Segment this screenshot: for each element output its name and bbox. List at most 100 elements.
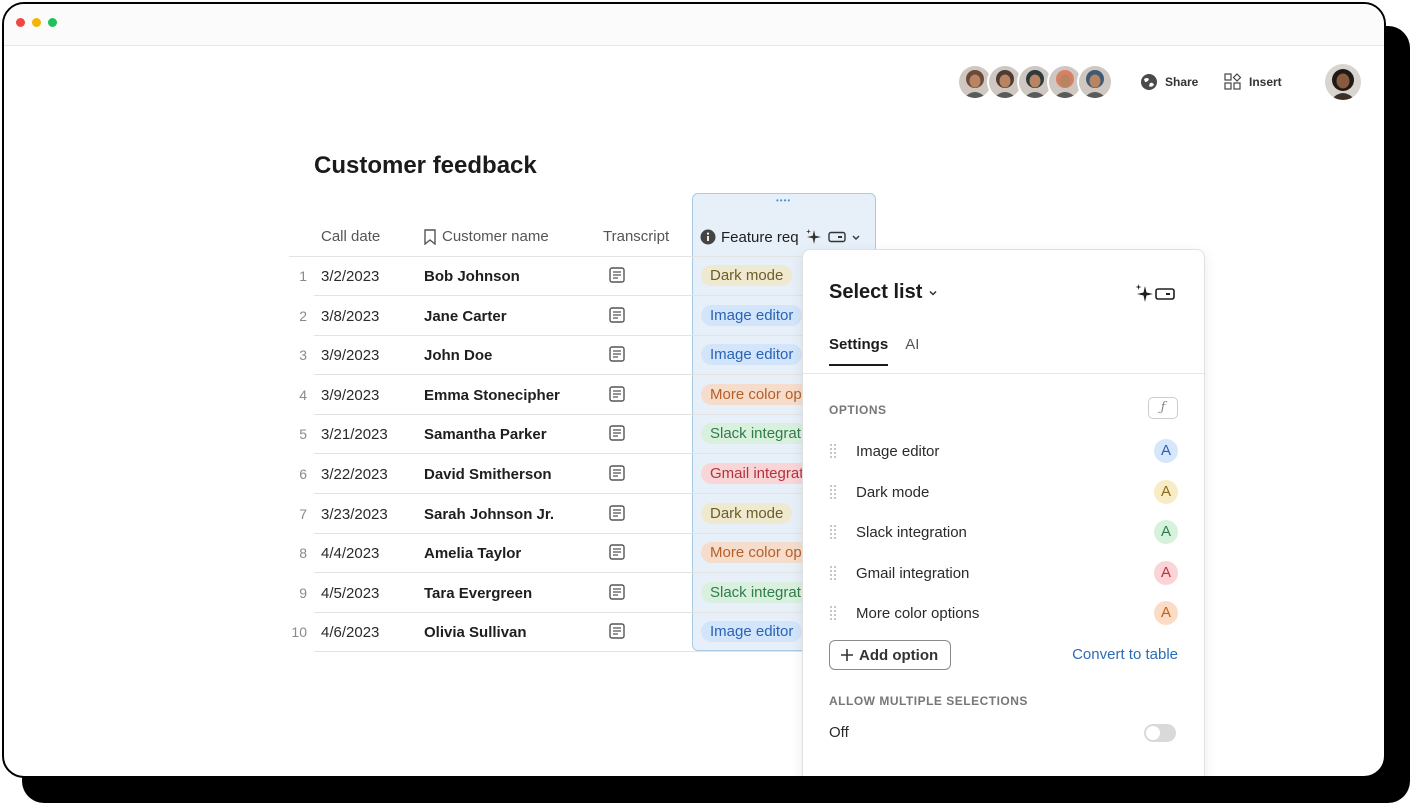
minimize-window-button[interactable]	[32, 18, 41, 27]
column-header-customer-name[interactable]: Customer name	[423, 228, 549, 245]
transcript-doc-icon[interactable]	[609, 386, 625, 402]
zoom-window-button[interactable]	[48, 18, 57, 27]
insert-button[interactable]: Insert	[1224, 73, 1282, 91]
customer-name-cell[interactable]: Olivia Sullivan	[424, 624, 527, 641]
drag-handle-icon[interactable]	[829, 605, 837, 621]
add-option-button[interactable]: Add option	[829, 640, 952, 670]
tab-ai[interactable]: AI	[905, 336, 919, 366]
table-row[interactable]: 8 4/4/2023 Amelia Taylor More color op	[289, 534, 811, 574]
option-color-badge[interactable]: A	[1154, 560, 1178, 585]
toggle-knob	[1146, 726, 1160, 740]
options-section-label: OPTIONS	[829, 403, 887, 417]
customer-name-cell[interactable]: David Smitherson	[424, 466, 552, 483]
call-date-cell[interactable]: 3/9/2023	[321, 347, 379, 364]
drag-handle-icon[interactable]	[829, 565, 837, 581]
ai-sparkle-icon[interactable]	[805, 228, 823, 246]
customer-name-cell[interactable]: Tara Evergreen	[424, 585, 532, 602]
feature-request-pill[interactable]: Image editor	[701, 304, 803, 326]
feature-request-pill[interactable]: Gmail integrat	[701, 463, 811, 484]
ai-select-list-icon[interactable]	[1134, 283, 1178, 310]
feature-request-pill[interactable]: Dark mode	[701, 502, 793, 524]
transcript-doc-icon[interactable]	[609, 504, 625, 521]
insert-label: Insert	[1249, 75, 1282, 89]
share-button[interactable]: Share	[1140, 73, 1198, 91]
transcript-doc-icon[interactable]	[609, 623, 625, 640]
allow-multiple-value: Off	[829, 724, 849, 741]
option-item[interactable]: Slack integration A	[829, 514, 1178, 550]
call-date-cell[interactable]: 3/8/2023	[321, 308, 379, 325]
customer-name-cell[interactable]: Bob Johnson	[424, 268, 520, 285]
table-row[interactable]: 3 3/9/2023 John Doe Image editor	[289, 336, 809, 376]
table-row[interactable]: 9 4/5/2023 Tara Evergreen Slack integrat	[289, 574, 810, 613]
column-header-transcript[interactable]: Transcript	[603, 228, 669, 245]
customer-name-cell[interactable]: Jane Carter	[424, 308, 507, 325]
feature-request-pill[interactable]: More color op	[701, 383, 811, 405]
transcript-doc-icon[interactable]	[609, 465, 625, 481]
call-date-cell[interactable]: 3/22/2023	[321, 466, 388, 483]
option-label[interactable]: More color options	[856, 605, 979, 622]
table-row[interactable]: 1 3/2/2023 Bob Johnson Dark mode	[289, 257, 809, 296]
drag-handle-icon[interactable]	[829, 524, 837, 540]
customer-name-cell[interactable]: Samantha Parker	[424, 426, 547, 443]
tab-settings[interactable]: Settings	[829, 336, 889, 366]
call-date-cell[interactable]: 4/6/2023	[321, 624, 379, 641]
call-date-cell[interactable]: 3/9/2023	[321, 387, 379, 404]
column-header-feature-request[interactable]: Feature req	[700, 228, 861, 246]
option-color-badge[interactable]: A	[1154, 520, 1178, 544]
allow-multiple-toggle[interactable]	[1144, 724, 1176, 742]
transcript-doc-icon[interactable]	[609, 425, 625, 442]
feature-request-pill[interactable]: Slack integrat	[701, 581, 810, 603]
option-item[interactable]: More color options A	[829, 595, 1178, 631]
option-label[interactable]: Dark mode	[856, 484, 929, 501]
option-color-badge[interactable]: A	[1154, 479, 1178, 504]
customer-name-cell[interactable]: Emma Stonecipher	[424, 387, 560, 404]
table-row[interactable]: 7 3/23/2023 Sarah Johnson Jr. Dark mode	[289, 495, 809, 534]
feature-request-pill[interactable]: Slack integrat	[701, 423, 810, 445]
call-date-cell[interactable]: 4/4/2023	[321, 545, 379, 562]
customer-name-cell[interactable]: John Doe	[424, 347, 492, 364]
row-number: 1	[299, 268, 307, 284]
table-row[interactable]: 6 3/22/2023 David Smitherson Gmail integrat	[289, 455, 811, 494]
transcript-doc-icon[interactable]	[609, 584, 625, 600]
option-color-badge[interactable]: A	[1154, 439, 1178, 463]
transcript-doc-icon[interactable]	[609, 346, 625, 362]
row-number: 6	[299, 466, 307, 482]
feature-request-pill[interactable]: Image editor	[701, 344, 803, 366]
customer-name-cell[interactable]: Sarah Johnson Jr.	[424, 506, 554, 523]
call-date-cell[interactable]: 4/5/2023	[321, 585, 379, 602]
option-label[interactable]: Gmail integration	[856, 565, 969, 582]
convert-to-table-link[interactable]: Convert to table	[1072, 646, 1178, 663]
option-item[interactable]: Dark mode A	[829, 474, 1178, 510]
chevron-down-icon[interactable]	[851, 232, 861, 242]
column-drag-handle-icon[interactable]: ••••	[776, 196, 791, 205]
table-row[interactable]: 5 3/21/2023 Samantha Parker Slack integrat	[289, 415, 810, 455]
option-label[interactable]: Slack integration	[856, 524, 967, 541]
panel-title-dropdown[interactable]: Select list	[829, 281, 938, 304]
formula-button[interactable]: ƒ	[1148, 397, 1178, 419]
collaborator-avatars[interactable]	[957, 64, 1113, 100]
transcript-doc-icon[interactable]	[609, 267, 625, 283]
call-date-cell[interactable]: 3/2/2023	[321, 268, 379, 285]
close-window-button[interactable]	[16, 18, 25, 27]
call-date-cell[interactable]: 3/23/2023	[321, 506, 388, 523]
table-row[interactable]: 4 3/9/2023 Emma Stonecipher More color op	[289, 376, 811, 415]
feature-request-pill[interactable]: More color op	[701, 542, 811, 564]
table-row[interactable]: 10 4/6/2023 Olivia Sullivan Image editor	[289, 613, 809, 653]
option-color-badge[interactable]: A	[1154, 601, 1178, 625]
transcript-doc-icon[interactable]	[609, 306, 625, 323]
option-item[interactable]: Gmail integration A	[829, 555, 1178, 591]
call-date-cell[interactable]: 3/21/2023	[321, 426, 388, 443]
column-header-call-date[interactable]: Call date	[321, 228, 380, 245]
drag-handle-icon[interactable]	[829, 443, 837, 459]
option-item[interactable]: Image editor A	[829, 433, 1178, 469]
feature-request-pill[interactable]: Image editor	[701, 621, 803, 643]
customer-name-cell[interactable]: Amelia Taylor	[424, 545, 521, 562]
drag-handle-icon[interactable]	[829, 484, 837, 500]
transcript-doc-icon[interactable]	[609, 544, 625, 560]
feature-request-pill[interactable]: Dark mode	[701, 265, 793, 286]
select-list-column-type-icon[interactable]	[827, 231, 846, 243]
collaborator-avatar[interactable]	[1077, 64, 1113, 100]
option-label[interactable]: Image editor	[856, 443, 939, 460]
table-row[interactable]: 2 3/8/2023 Jane Carter Image editor	[289, 297, 809, 336]
current-user-avatar[interactable]	[1325, 64, 1361, 100]
